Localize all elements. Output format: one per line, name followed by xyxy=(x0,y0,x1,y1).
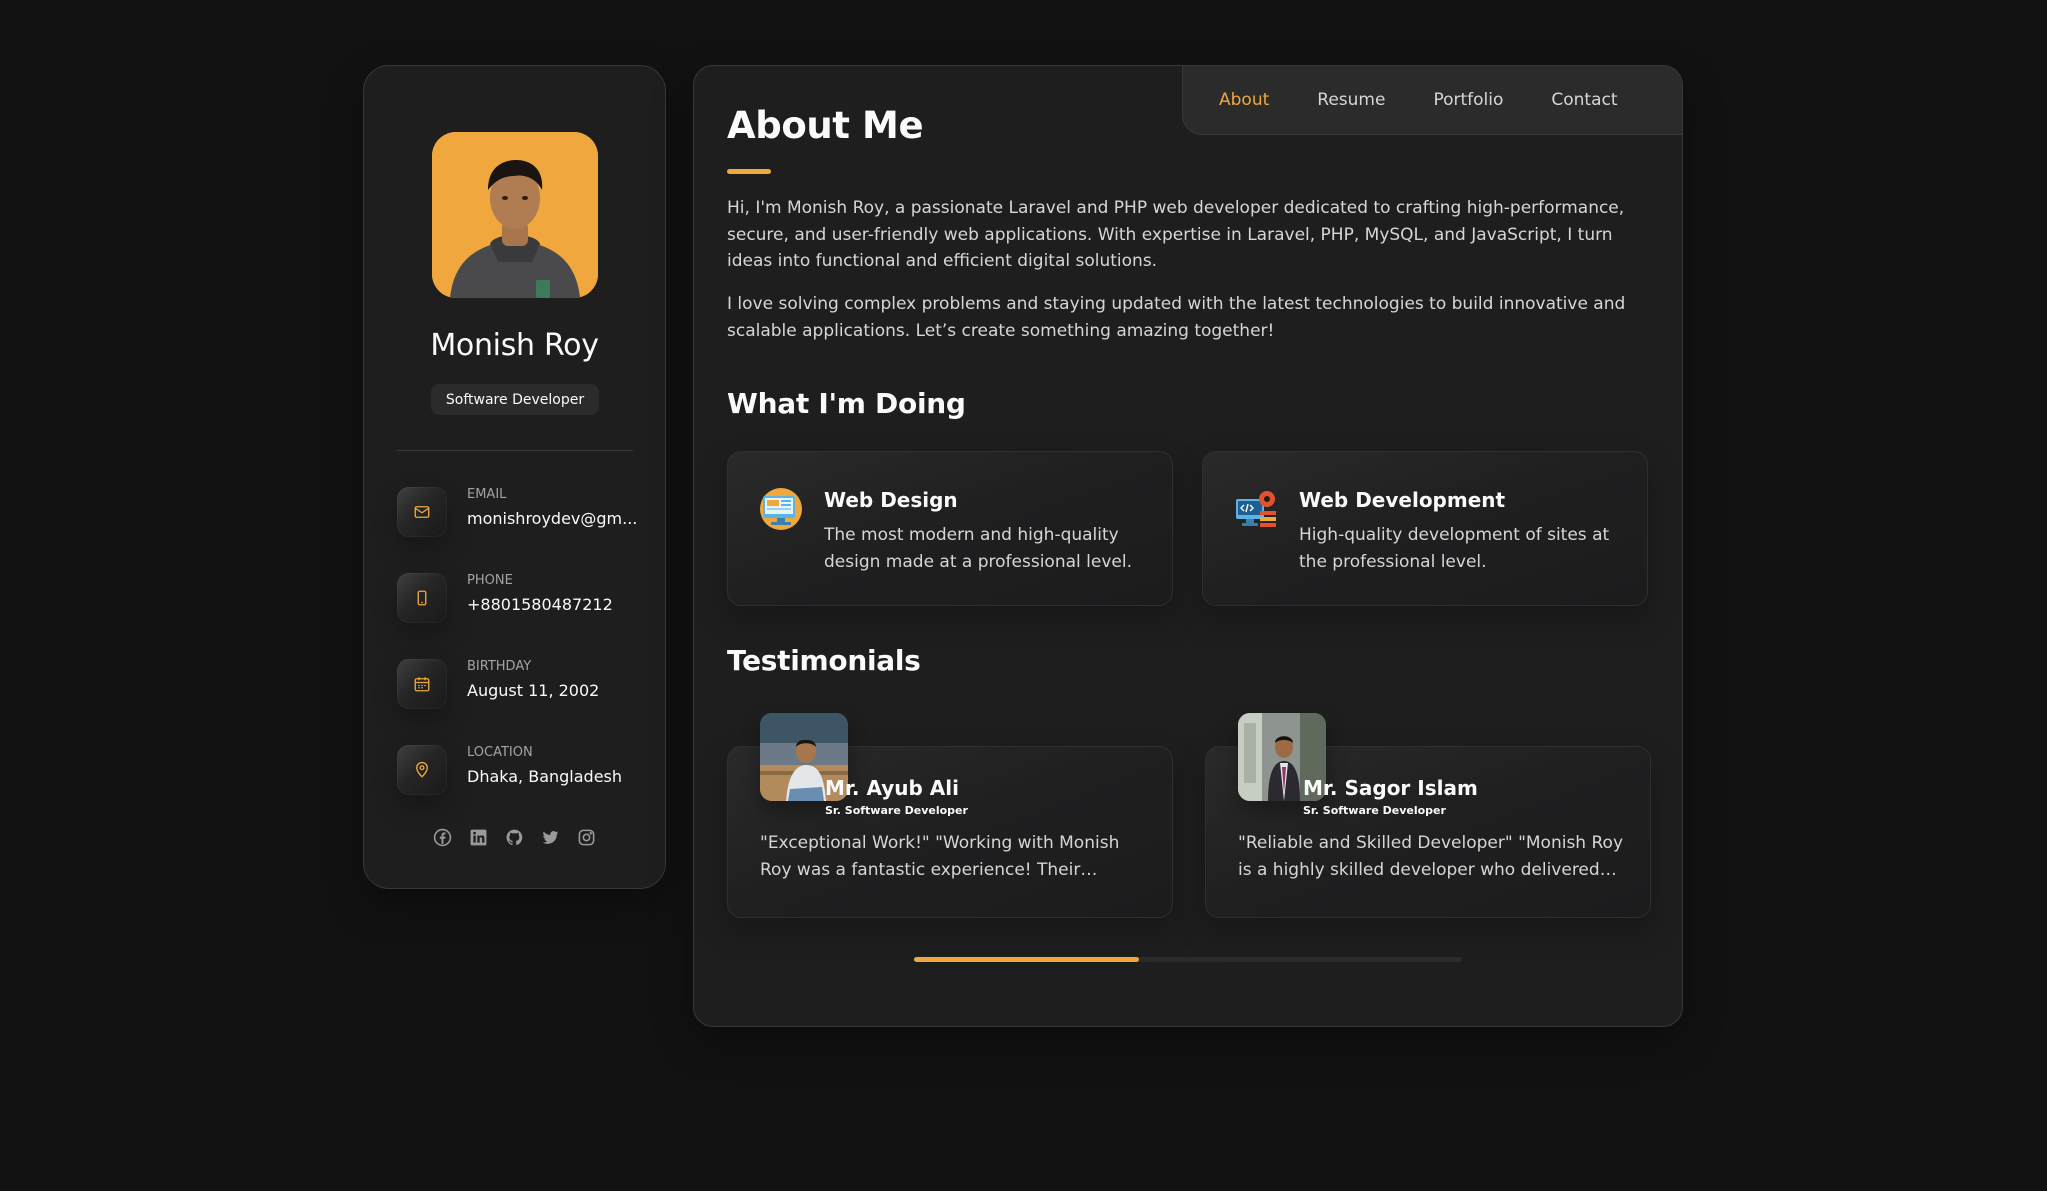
testimonials-heading: Testimonials xyxy=(727,644,921,677)
contact-email-link[interactable]: monishroydev@gm... xyxy=(467,509,637,528)
page-title: About Me xyxy=(727,104,924,147)
contact-birthday: BIRTHDAY August 11, 2002 xyxy=(397,657,637,711)
contact-label: LOCATION xyxy=(467,745,533,760)
social-links xyxy=(364,828,665,847)
about-paragraph: Hi, I'm Monish Roy, a passionate Laravel… xyxy=(727,198,1625,271)
phone-icon xyxy=(397,573,447,623)
main-article: About Resume Portfolio Contact About Me … xyxy=(693,65,1683,1027)
profile-sidebar: Monish Roy Software Developer EMAIL moni… xyxy=(363,65,666,889)
testimonial-name: Mr. Ayub Ali xyxy=(825,776,959,800)
location-pin-icon xyxy=(397,745,447,795)
about-paragraph: I love solving complex problems and stay… xyxy=(727,294,1626,341)
contact-label: BIRTHDAY xyxy=(467,659,532,674)
avatar xyxy=(432,132,598,298)
contact-label: EMAIL xyxy=(467,487,507,502)
contact-phone-link[interactable]: +8801580487212 xyxy=(467,595,613,614)
nav-portfolio[interactable]: Portfolio xyxy=(1433,90,1503,110)
contact-label: PHONE xyxy=(467,573,513,588)
web-design-icon xyxy=(759,487,803,531)
contact-phone: PHONE +8801580487212 xyxy=(397,571,637,625)
contact-value: Dhaka, Bangladesh xyxy=(467,767,623,786)
profile-name: Monish Roy xyxy=(430,328,599,363)
mail-icon xyxy=(397,487,447,537)
service-text: The most modern and high-quality design … xyxy=(824,525,1132,572)
profile-title-badge: Software Developer xyxy=(431,384,599,415)
instagram-icon[interactable] xyxy=(577,828,596,847)
github-icon[interactable] xyxy=(505,828,524,847)
twitter-icon[interactable] xyxy=(541,828,560,847)
linkedin-icon[interactable] xyxy=(469,828,488,847)
service-card-web-development: Web Development High-quality development… xyxy=(1202,451,1648,606)
web-development-icon xyxy=(1234,487,1278,531)
calendar-icon xyxy=(397,659,447,709)
nav-resume[interactable]: Resume xyxy=(1317,90,1385,110)
testimonial-role: Sr. Software Developer xyxy=(825,804,968,817)
testimonials-scrollbar[interactable] xyxy=(914,957,1462,962)
service-card-web-design: Web Design The most modern and high-qual… xyxy=(727,451,1173,606)
top-navbar: About Resume Portfolio Contact xyxy=(1182,66,1682,135)
sidebar-separator xyxy=(397,450,633,451)
nav-contact[interactable]: Contact xyxy=(1551,90,1617,110)
service-text: High-quality development of sites at the… xyxy=(1299,525,1610,572)
contact-email: EMAIL monishroydev@gm... xyxy=(397,485,637,539)
scrollbar-thumb[interactable] xyxy=(914,957,1139,962)
testimonial-text: "Exceptional Work!" "Working with Monish… xyxy=(760,833,1120,880)
services-heading: What I'm Doing xyxy=(727,387,966,420)
contact-location: LOCATION Dhaka, Bangladesh xyxy=(397,743,637,797)
avatar-photo xyxy=(432,132,598,298)
testimonial-role: Sr. Software Developer xyxy=(1303,804,1446,817)
testimonial-name: Mr. Sagor Islam xyxy=(1303,776,1478,800)
testimonial-text: "Reliable and Skilled Developer" "Monish… xyxy=(1238,833,1623,880)
nav-about[interactable]: About xyxy=(1219,90,1269,110)
contact-value: August 11, 2002 xyxy=(467,681,600,700)
title-underline xyxy=(727,169,771,174)
facebook-icon[interactable] xyxy=(433,828,452,847)
service-title: Web Design xyxy=(824,488,958,512)
service-title: Web Development xyxy=(1299,488,1506,512)
